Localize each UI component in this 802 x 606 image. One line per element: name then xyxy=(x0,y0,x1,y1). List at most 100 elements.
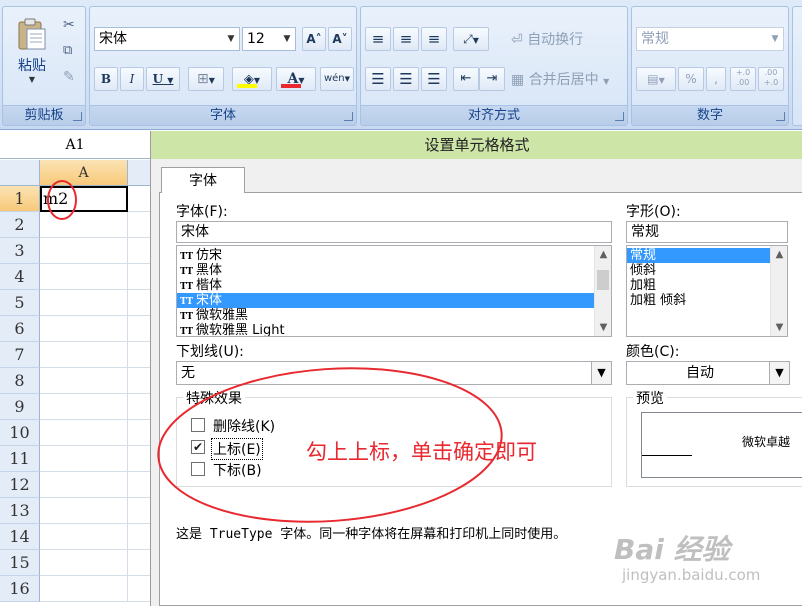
style-input[interactable]: 常规 xyxy=(626,221,788,243)
select-all-corner[interactable] xyxy=(0,160,40,186)
font-listbox[interactable]: TT 仿宋 TT 黑体 TT 楷体 TT 宋体 TT 微软雅黑 TT 微软雅黑 Light ▲ ▼ xyxy=(176,245,612,337)
cut-icon[interactable]: ✂ xyxy=(63,17,75,33)
row-header[interactable]: 13 xyxy=(0,498,40,524)
row-header[interactable]: 3 xyxy=(0,238,40,264)
merge-center-button[interactable]: ▦ 合并后居中 ▼ xyxy=(511,69,609,89)
style-list-item[interactable]: 倾斜 xyxy=(627,263,770,278)
superscript-label[interactable]: 上标(E) xyxy=(211,438,263,460)
increase-decimal-button[interactable]: +.0 .00 xyxy=(730,67,756,91)
style-listbox[interactable]: 常规 倾斜 加粗 加粗 倾斜 ▲ ▼ xyxy=(626,245,788,337)
chevron-down-icon[interactable]: ▼ xyxy=(225,28,237,50)
chevron-down-icon[interactable]: ▼ xyxy=(591,362,611,384)
font-list-item[interactable]: TT 宋体 xyxy=(177,293,611,308)
fill-color-button[interactable]: ◈▼ xyxy=(232,67,272,91)
cell[interactable] xyxy=(40,472,128,498)
row-header[interactable]: 16 xyxy=(0,576,40,602)
cell[interactable] xyxy=(128,498,150,524)
cell[interactable] xyxy=(128,186,150,212)
paste-button[interactable]: 粘贴 ▼ xyxy=(9,11,55,93)
cell[interactable] xyxy=(40,264,128,290)
dialog-launcher-icon[interactable] xyxy=(73,112,82,121)
align-top-button[interactable]: ≡ xyxy=(365,27,391,51)
strikethrough-checkbox[interactable] xyxy=(191,418,205,432)
cell[interactable] xyxy=(128,472,150,498)
style-list-scrollbar[interactable]: ▲ ▼ xyxy=(770,246,787,336)
cell[interactable] xyxy=(40,446,128,472)
row-header[interactable]: 5 xyxy=(0,290,40,316)
cell[interactable] xyxy=(128,550,150,576)
bold-button[interactable]: B xyxy=(94,67,118,91)
orientation-button[interactable]: ⤢▼ xyxy=(453,27,489,51)
column-header-a[interactable]: A xyxy=(40,160,128,186)
cell[interactable] xyxy=(128,264,150,290)
subscript-label[interactable]: 下标(B) xyxy=(213,460,262,480)
wrap-text-button[interactable]: ⏎ 自动换行 xyxy=(511,29,583,49)
row-header[interactable]: 11 xyxy=(0,446,40,472)
font-size-combo[interactable]: 12 ▼ xyxy=(242,27,296,51)
cell[interactable] xyxy=(128,394,150,420)
font-list-item[interactable]: TT 仿宋 xyxy=(177,248,611,263)
phonetic-button[interactable]: wén▼ xyxy=(320,67,354,91)
align-right-button[interactable]: ☰ xyxy=(421,67,447,91)
superscript-checkbox[interactable]: ✔ xyxy=(191,440,205,454)
row-header[interactable]: 6 xyxy=(0,316,40,342)
cell-a1[interactable]: m2 xyxy=(40,186,128,212)
chevron-down-icon[interactable]: ▼ xyxy=(769,28,781,50)
decrease-indent-button[interactable]: ⇤ xyxy=(453,67,479,91)
cell[interactable] xyxy=(128,524,150,550)
scroll-up-icon[interactable]: ▲ xyxy=(771,246,787,263)
row-header[interactable]: 4 xyxy=(0,264,40,290)
row-header[interactable]: 12 xyxy=(0,472,40,498)
cell[interactable] xyxy=(40,368,128,394)
cell[interactable] xyxy=(128,368,150,394)
underline-button[interactable]: U ▼ xyxy=(146,67,180,91)
align-bottom-button[interactable]: ≡ xyxy=(421,27,447,51)
cell[interactable] xyxy=(128,212,150,238)
decrease-font-button[interactable]: A˅ xyxy=(328,27,352,51)
font-list-item[interactable]: TT 微软雅黑 Light xyxy=(177,323,611,336)
cell[interactable] xyxy=(40,576,128,602)
chevron-down-icon[interactable]: ▼ xyxy=(769,362,789,384)
style-list-item[interactable]: 常规 xyxy=(627,248,770,263)
cell[interactable] xyxy=(128,316,150,342)
chevron-down-icon[interactable]: ▼ xyxy=(281,28,293,50)
scroll-down-icon[interactable]: ▼ xyxy=(595,319,611,336)
subscript-checkbox[interactable] xyxy=(191,462,205,476)
cell[interactable] xyxy=(128,576,150,602)
dialog-launcher-icon[interactable] xyxy=(615,112,624,121)
row-header[interactable]: 10 xyxy=(0,420,40,446)
font-list-scrollbar[interactable]: ▲ ▼ xyxy=(594,246,611,336)
cell[interactable] xyxy=(128,290,150,316)
scroll-thumb[interactable] xyxy=(597,270,609,290)
cell[interactable] xyxy=(40,394,128,420)
format-painter-icon[interactable]: ✎ xyxy=(63,69,75,85)
font-name-input[interactable]: 宋体 xyxy=(176,221,612,243)
underline-dropdown[interactable]: 无 ▼ xyxy=(176,361,612,385)
cell[interactable] xyxy=(128,342,150,368)
style-list-item[interactable]: 加粗 xyxy=(627,278,770,293)
italic-button[interactable]: I xyxy=(120,67,144,91)
comma-button[interactable]: , xyxy=(706,67,726,91)
tab-font[interactable]: 字体 xyxy=(161,167,245,193)
row-header[interactable]: 1 xyxy=(0,186,40,212)
cell[interactable] xyxy=(40,316,128,342)
font-list-item[interactable]: TT 黑体 xyxy=(177,263,611,278)
style-list-item[interactable]: 加粗 倾斜 xyxy=(627,293,770,308)
decrease-decimal-button[interactable]: .00 +.0 xyxy=(758,67,784,91)
font-list-item[interactable]: TT 楷体 xyxy=(177,278,611,293)
align-center-button[interactable]: ☰ xyxy=(393,67,419,91)
cell[interactable] xyxy=(40,212,128,238)
increase-font-button[interactable]: A˄ xyxy=(302,27,326,51)
strikethrough-label[interactable]: 删除线(K) xyxy=(213,416,275,436)
dialog-launcher-icon[interactable] xyxy=(344,112,353,121)
accounting-button[interactable]: ▤▼ xyxy=(636,67,676,91)
row-header[interactable]: 7 xyxy=(0,342,40,368)
row-header[interactable]: 8 xyxy=(0,368,40,394)
color-dropdown[interactable]: 自动 ▼ xyxy=(626,361,790,385)
increase-indent-button[interactable]: ⇥ xyxy=(479,67,505,91)
copy-icon[interactable]: ⧉ xyxy=(63,43,72,58)
cell[interactable] xyxy=(40,290,128,316)
font-name-combo[interactable]: 宋体 ▼ xyxy=(94,27,240,51)
row-header[interactable]: 14 xyxy=(0,524,40,550)
scroll-up-icon[interactable]: ▲ xyxy=(595,246,611,263)
